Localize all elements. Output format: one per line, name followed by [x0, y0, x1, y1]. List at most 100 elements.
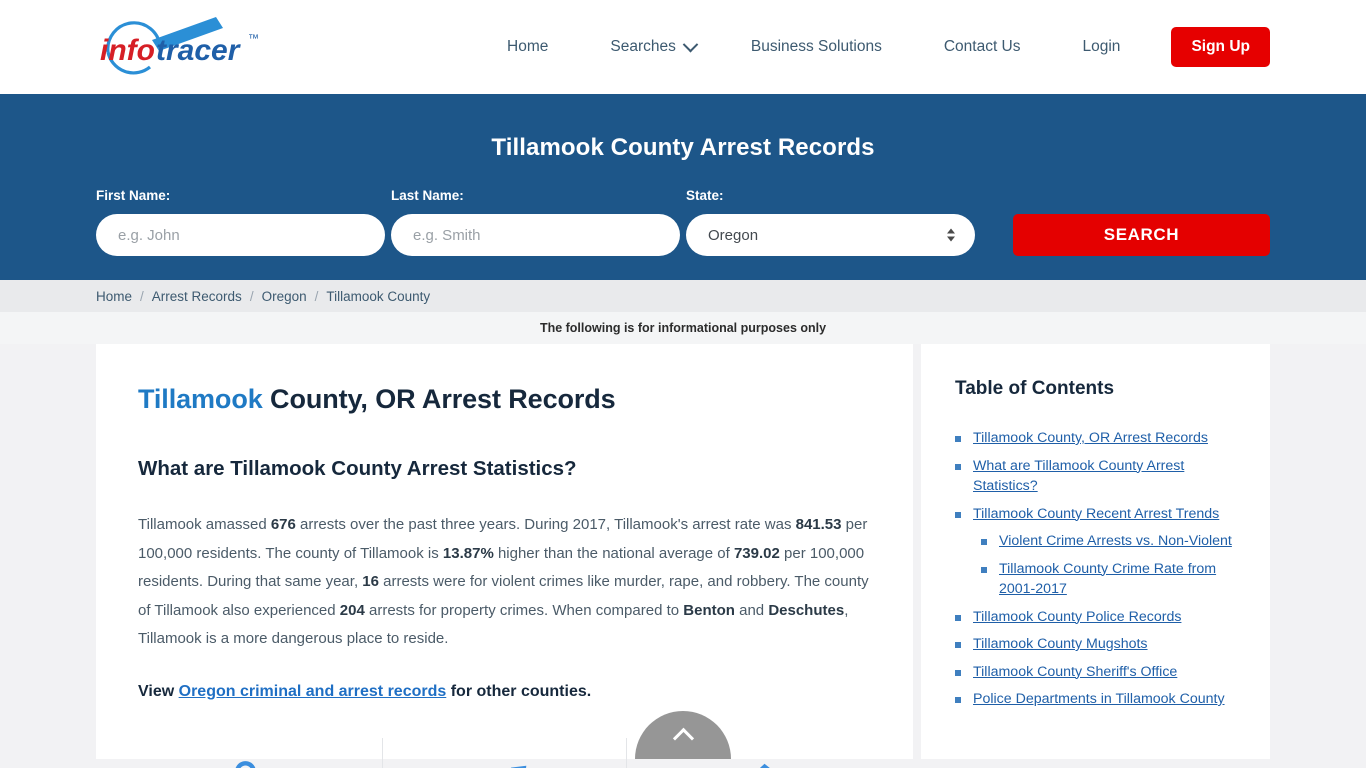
table-of-contents-card: Table of Contents Tillamook County, OR A…	[921, 344, 1270, 759]
view-suffix: for other counties.	[446, 682, 592, 700]
last-name-field-group: Last Name:	[391, 188, 680, 256]
chevron-up-icon	[672, 727, 694, 749]
toc-link[interactable]: Tillamook County Police Records	[973, 607, 1181, 628]
breadcrumb-item-tillamook-county: Tillamook County	[326, 288, 431, 304]
banner-title: Tillamook County Arrest Records	[491, 134, 875, 161]
statistics-paragraph: Tillamook amassed 676 arrests over the p…	[138, 511, 871, 654]
toc-list: Tillamook County, OR Arrest Records What …	[955, 428, 1236, 710]
toc-item[interactable]: Police Departments in Tillamook County	[955, 689, 1236, 710]
breadcrumb-item-oregon[interactable]: Oregon	[262, 289, 307, 304]
county-deschutes: Deschutes	[768, 601, 845, 619]
toc-item[interactable]: Tillamook County, OR Arrest Records	[955, 428, 1236, 449]
toc-link[interactable]: Tillamook County Crime Rate from 2001-20…	[999, 559, 1236, 600]
toc-item[interactable]: Tillamook County Recent Arrest Trends	[955, 504, 1236, 525]
para-text: Tillamook amassed	[138, 516, 271, 533]
first-name-input[interactable]	[96, 214, 385, 256]
county-benton: Benton	[683, 601, 735, 619]
sign-up-button[interactable]: Sign Up	[1171, 27, 1270, 67]
last-name-label: Last Name:	[391, 188, 464, 203]
toc-link[interactable]: What are Tillamook County Arrest Statist…	[973, 456, 1236, 497]
oregon-records-link[interactable]: Oregon criminal and arrest records	[179, 683, 447, 700]
svg-text:info: info	[100, 34, 155, 67]
bullet-square-icon	[955, 669, 961, 676]
chevron-down-icon	[682, 36, 699, 52]
nav-item-login[interactable]: Login	[1052, 38, 1152, 56]
breadcrumb-separator: /	[140, 288, 144, 304]
nav-item-searches[interactable]: Searches	[579, 36, 719, 56]
bullet-square-icon	[981, 566, 987, 573]
toc-item[interactable]: Tillamook County Police Records	[955, 607, 1236, 628]
bullet-square-icon	[955, 463, 961, 470]
stat-total-arrests: 676	[270, 516, 296, 533]
toc-item[interactable]: Tillamook County Sheriff's Office	[955, 662, 1236, 683]
bullet-square-icon	[955, 642, 961, 648]
state-field-group: State: OregonAlabamaCaliforniaTexasWashi…	[686, 188, 975, 256]
para-text: and	[734, 601, 769, 619]
page-title: Tillamook County, OR Arrest Records	[138, 384, 871, 415]
toc-link[interactable]: Violent Crime Arrests vs. Non-Violent	[999, 531, 1232, 552]
state-label: State:	[686, 188, 724, 203]
toc-item[interactable]: Tillamook County Mugshots	[955, 634, 1236, 655]
handcuffs-icon	[235, 760, 256, 768]
nav-label: Business Solutions	[750, 38, 882, 55]
view-other-counties-line: View Oregon criminal and arrest records …	[138, 678, 871, 706]
bullet-square-icon	[955, 511, 961, 518]
stat-violent-arrests: 16	[362, 573, 379, 590]
toc-link[interactable]: Tillamook County Recent Arrest Trends	[973, 504, 1219, 525]
bullet-square-icon	[955, 436, 961, 442]
svg-text:™: ™	[248, 33, 259, 45]
breadcrumb-item-arrest-records[interactable]: Arrest Records	[152, 289, 242, 304]
toc-item[interactable]: Tillamook County Crime Rate from 2001-20…	[955, 559, 1236, 600]
nav-label: Home	[507, 38, 549, 55]
icon-cell-trends[interactable]	[381, 737, 627, 768]
stat-arrest-rate: 841.53	[795, 516, 842, 533]
nav-label: Login	[1082, 38, 1121, 55]
people-search-form: First Name: Last Name: State: OregonAlab…	[96, 188, 1270, 256]
informational-notice: The following is for informational purpo…	[0, 312, 1366, 344]
state-select-wrap: OregonAlabamaCaliforniaTexasWashington	[686, 214, 975, 256]
breadcrumb-separator: /	[314, 288, 319, 304]
toc-item[interactable]: What are Tillamook County Arrest Statist…	[955, 456, 1236, 497]
toc-link[interactable]: Police Departments in Tillamook County	[973, 689, 1225, 710]
icon-cell-arrest-records[interactable]	[138, 738, 382, 768]
toc-link[interactable]: Tillamook County Sheriff's Office	[973, 662, 1177, 683]
nav-label: Searches	[610, 38, 676, 55]
nav-item-home[interactable]: Home	[476, 38, 579, 56]
content-card: Tillamook County, OR Arrest Records What…	[96, 344, 913, 768]
toc-link[interactable]: Tillamook County Mugshots	[973, 634, 1148, 655]
page-title-rest: County, OR Arrest Records	[262, 384, 616, 414]
bullet-square-icon	[955, 614, 961, 621]
trend-chart-icon	[510, 765, 526, 768]
feature-icon-strip	[138, 737, 871, 768]
breadcrumb: Home / Arrest Records / Oregon / Tillamo…	[0, 280, 1366, 312]
toc-title: Table of Contents	[955, 378, 1115, 399]
bullet-square-icon	[955, 697, 961, 703]
breadcrumb-separator: /	[249, 288, 254, 304]
breadcrumb-item-home[interactable]: Home	[96, 289, 132, 304]
first-name-label: First Name:	[96, 188, 171, 203]
para-text: arrests for property crimes. When compar…	[364, 601, 684, 619]
toc-link[interactable]: Tillamook County, OR Arrest Records	[973, 428, 1208, 449]
page-title-highlight: Tillamook	[138, 384, 263, 414]
last-name-input[interactable]	[391, 214, 680, 256]
bullet-square-icon	[981, 539, 987, 545]
toc-item[interactable]: Violent Crime Arrests vs. Non-Violent	[955, 531, 1236, 552]
search-banner: Tillamook County Arrest Records First Na…	[0, 94, 1366, 280]
main-nav: Home Searches Business Solutions Contact…	[476, 27, 1270, 67]
svg-text:tracer: tracer	[156, 34, 242, 67]
infotracer-logo[interactable]: info tracer ™	[96, 12, 306, 82]
search-button[interactable]: SEARCH	[1013, 214, 1270, 256]
para-text: arrests over the past three years. Durin…	[295, 516, 796, 533]
section-title-arrest-statistics: What are Tillamook County Arrest Statist…	[138, 457, 577, 480]
logo-graphic: info tracer ™	[100, 17, 259, 75]
nav-item-contact-us[interactable]: Contact Us	[913, 38, 1052, 56]
nav-item-business-solutions[interactable]: Business Solutions	[720, 38, 913, 56]
view-prefix: View	[138, 682, 179, 700]
stat-national-average: 739.02	[733, 544, 780, 562]
para-text: higher than the national average of	[493, 544, 734, 562]
main-wrapper: Tillamook County, OR Arrest Records What…	[0, 344, 1366, 768]
first-name-field-group: First Name:	[96, 188, 385, 256]
nav-label: Contact Us	[943, 38, 1021, 55]
site-header: info tracer ™ Home Searches Business Sol…	[0, 0, 1366, 94]
state-select[interactable]: OregonAlabamaCaliforniaTexasWashington	[686, 214, 975, 256]
